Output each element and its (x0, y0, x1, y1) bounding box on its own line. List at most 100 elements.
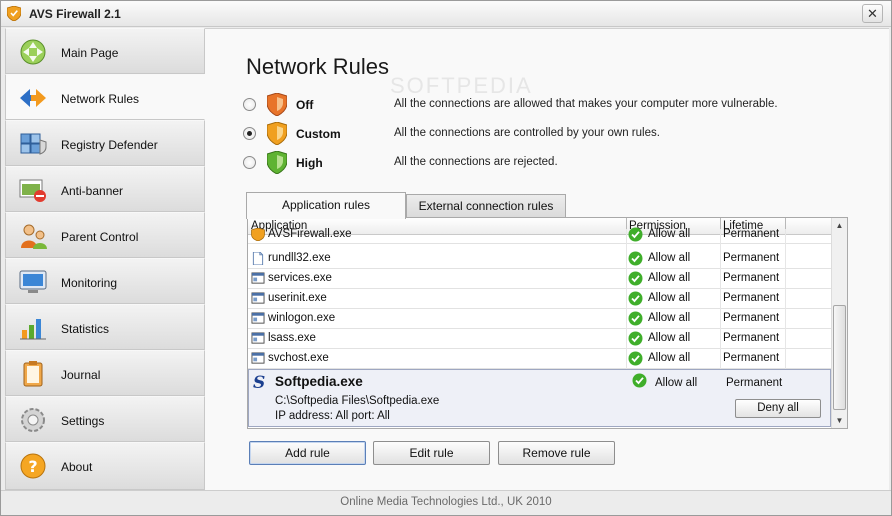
level-name: Custom (296, 127, 341, 141)
sidebar-item-label: About (61, 460, 93, 474)
check-icon (628, 311, 643, 326)
cell-application: lsass.exe (268, 332, 316, 344)
sidebar-item-network-rules[interactable]: Network Rules (5, 74, 205, 120)
cell-divider (720, 229, 721, 249)
scrollbar-thumb[interactable] (833, 305, 846, 410)
sidebar-item-monitoring[interactable]: Monitoring (5, 258, 205, 304)
app-window-icon (251, 352, 265, 364)
level-name: High (296, 156, 323, 170)
close-icon: ✕ (867, 6, 878, 21)
table-row[interactable]: rundll32.exe Allow all Permanent (248, 249, 831, 269)
tab-application-rules[interactable]: Application rules (246, 192, 406, 219)
cell-lifetime: Permanent (723, 332, 780, 344)
cell-divider (626, 309, 627, 329)
add-rule-button[interactable]: Add rule (249, 441, 366, 465)
file-icon (252, 252, 264, 265)
check-icon (632, 373, 647, 388)
protection-level-custom[interactable]: Custom All the connections are controlle… (243, 121, 883, 147)
shield-logo-icon (7, 6, 21, 21)
tab-external-connection-rules[interactable]: External connection rules (406, 194, 566, 218)
sidebar-item-label: Anti-banner (61, 184, 124, 198)
cell-permission: Allow all (648, 292, 691, 304)
shield-yellow-icon (267, 122, 287, 145)
selected-app-name: Softpedia.exe (275, 374, 363, 389)
check-icon (628, 291, 643, 306)
radio-high[interactable] (243, 156, 256, 169)
cell-lifetime: Permanent (723, 252, 780, 264)
radio-off[interactable] (243, 98, 256, 111)
table-row[interactable]: winlogon.exe Allow all Permanent (248, 309, 831, 329)
sidebar-item-label: Journal (61, 368, 101, 382)
cell-divider (720, 289, 721, 309)
network-rules-icon (20, 89, 46, 107)
sidebar-item-label: Settings (61, 414, 105, 428)
level-description: All the connections are controlled by yo… (394, 127, 660, 139)
app-window-icon (251, 312, 265, 324)
close-button[interactable]: ✕ (862, 4, 883, 23)
app-window-icon (251, 292, 265, 304)
sidebar-item-about[interactable]: ? About (5, 442, 205, 490)
selected-app-address: IP address: All port: All (275, 410, 390, 422)
cell-application: rundll32.exe (268, 252, 331, 264)
rules-grid: Application Permission Lifetime AVSFirew… (247, 217, 848, 429)
cell-divider (785, 349, 786, 369)
table-row[interactable]: lsass.exe Allow all Permanent (248, 329, 831, 349)
cell-divider (720, 349, 721, 369)
vertical-scrollbar[interactable]: ▲ ▼ (831, 218, 847, 428)
cell-lifetime: Permanent (723, 228, 780, 240)
cell-permission: Allow all (648, 332, 691, 344)
scroll-down-icon[interactable]: ▼ (832, 413, 847, 428)
anti-banner-icon (19, 179, 46, 202)
sidebar-item-label: Parent Control (61, 230, 139, 244)
journal-icon (23, 361, 43, 387)
scroll-up-icon[interactable]: ▲ (832, 218, 847, 233)
cell-divider (720, 309, 721, 329)
check-icon (628, 227, 643, 242)
window-title: AVS Firewall 2.1 (29, 7, 121, 21)
title-bar[interactable]: AVS Firewall 2.1 ✕ (1, 1, 891, 27)
sidebar-item-settings[interactable]: Settings (5, 396, 205, 442)
cell-divider (626, 349, 627, 369)
sidebar-item-label: Network Rules (61, 92, 140, 106)
cell-divider (785, 309, 786, 329)
parent-control-icon (21, 224, 47, 249)
sidebar-item-anti-banner[interactable]: Anti-banner (5, 166, 205, 212)
cell-divider (720, 249, 721, 269)
sidebar-item-label: Registry Defender (61, 138, 158, 152)
sidebar-item-label: Monitoring (61, 276, 118, 290)
cell-application: userinit.exe (268, 292, 327, 304)
sidebar-item-parent-control[interactable]: Parent Control (5, 212, 205, 258)
cell-permission: Allow all (648, 312, 691, 324)
sidebar-item-journal[interactable]: Journal (5, 350, 205, 396)
table-row[interactable]: userinit.exe Allow all Permanent (248, 289, 831, 309)
deny-all-button[interactable]: Deny all (735, 399, 821, 418)
shield-green-icon (267, 151, 287, 174)
protection-level-high[interactable]: High All the connections are rejected. (243, 150, 883, 176)
cell-divider (626, 269, 627, 289)
softpedia-logo-icon: S (253, 373, 266, 393)
sidebar-item-label: Main Page (61, 46, 119, 60)
edit-rule-button[interactable]: Edit rule (373, 441, 490, 465)
cell-divider (785, 329, 786, 349)
app-window: AVS Firewall 2.1 ✕ Main Page Network Rul… (0, 0, 892, 516)
sidebar-item-main-page[interactable]: Main Page (5, 28, 205, 74)
monitoring-icon (19, 270, 47, 293)
radio-custom[interactable] (243, 127, 256, 140)
table-row[interactable]: services.exe Allow all Permanent (248, 269, 831, 289)
selected-app-path: C:\Softpedia Files\Softpedia.exe (275, 395, 440, 407)
selected-rule-row[interactable]: S Softpedia.exe C:\Softpedia Files\Softp… (248, 369, 831, 427)
cell-divider (626, 229, 627, 249)
cell-application: services.exe (268, 272, 332, 284)
table-row[interactable]: AVSFirewall.exe Allow all Permanent (248, 227, 831, 249)
protection-level-off[interactable]: Off All the connections are allowed that… (243, 92, 883, 118)
page-title: Network Rules (246, 54, 390, 79)
level-name: Off (296, 98, 314, 112)
sidebar-item-statistics[interactable]: Statistics (5, 304, 205, 350)
check-icon (628, 351, 643, 366)
cell-application: svchost.exe (268, 352, 329, 364)
table-row[interactable]: svchost.exe Allow all Permanent (248, 349, 831, 369)
sidebar-item-registry-defender[interactable]: Registry Defender (5, 120, 205, 166)
remove-rule-button[interactable]: Remove rule (498, 441, 615, 465)
selected-permission: Allow all (655, 377, 698, 389)
main-page-icon (20, 39, 46, 65)
